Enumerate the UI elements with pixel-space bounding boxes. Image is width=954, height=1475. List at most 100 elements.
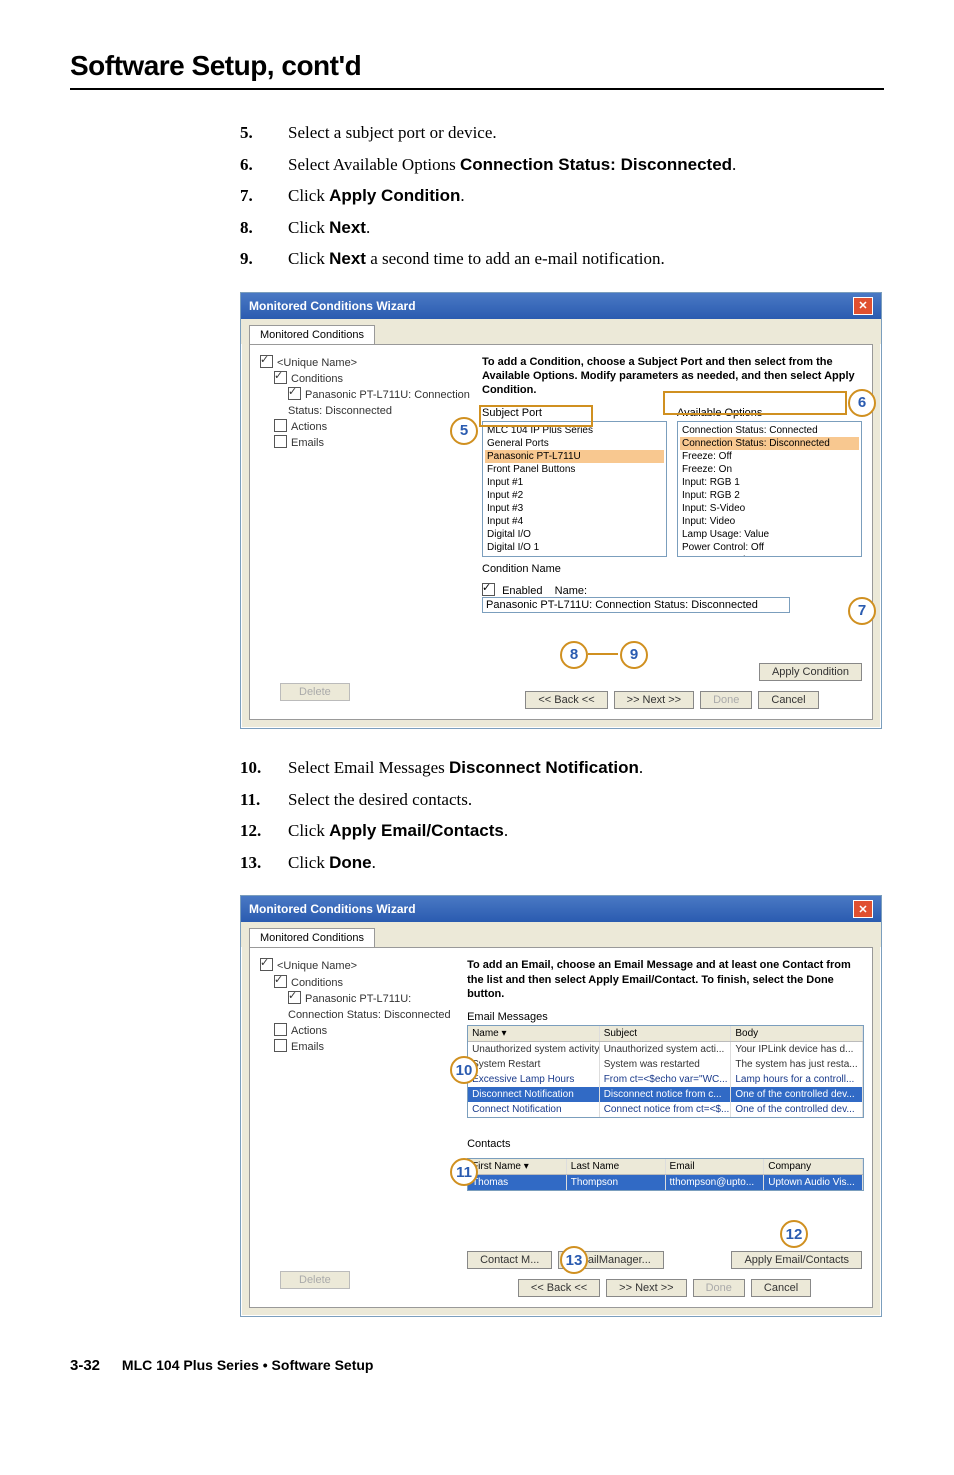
callout-6: 6 xyxy=(848,389,876,417)
step-6: 6.Select Available Options Connection St… xyxy=(240,152,884,178)
steps-list-b: 10.Select Email Messages Disconnect Noti… xyxy=(240,755,884,875)
available-options-list[interactable]: Connection Status: ConnectedConnection S… xyxy=(677,421,862,557)
list-item[interactable]: Input: RGB 1 xyxy=(680,476,859,489)
contact-manager-button[interactable]: Contact M... xyxy=(467,1251,552,1269)
tree-conditions: Conditions xyxy=(291,977,343,989)
list-item[interactable]: General Ports xyxy=(485,437,664,450)
close-icon[interactable]: ✕ xyxy=(853,297,873,315)
contacts-table[interactable]: First Name ▾Last NameEmailCompanyThomasT… xyxy=(467,1158,864,1191)
step-text: Click Next. xyxy=(288,215,884,241)
delete-button[interactable]: Delete xyxy=(280,683,350,701)
list-item[interactable]: Input #3 xyxy=(485,502,664,515)
back-button[interactable]: << Back << xyxy=(518,1279,600,1297)
column-header[interactable]: Subject xyxy=(600,1026,732,1041)
email-messages-table[interactable]: Name ▾SubjectBodyUnauthorized system act… xyxy=(467,1025,864,1118)
list-item[interactable]: MLC 104 IP Plus Series xyxy=(485,424,664,437)
list-item[interactable]: Freeze: Off xyxy=(680,450,859,463)
list-item[interactable]: Power Control: Off xyxy=(680,541,859,554)
step-8: 8.Click Next. xyxy=(240,215,884,241)
step-text: Select Available Options Connection Stat… xyxy=(288,152,884,178)
screenshot-2: Monitored Conditions Wizard ✕ Monitored … xyxy=(240,895,882,1317)
step-text: Select Email Messages Disconnect Notific… xyxy=(288,755,884,781)
step-number: 10. xyxy=(240,755,288,781)
subject-port-list[interactable]: MLC 104 IP Plus SeriesGeneral PortsPanas… xyxy=(482,421,667,557)
table-row[interactable]: Unauthorized system activityUnauthorized… xyxy=(468,1042,863,1057)
list-item[interactable]: Input #2 xyxy=(485,489,664,502)
table-row[interactable]: ThomasThompsontthompson@upto...Uptown Au… xyxy=(468,1175,863,1190)
step-number: 8. xyxy=(240,215,288,241)
step-text: Select the desired contacts. xyxy=(288,787,884,813)
back-button[interactable]: << Back << xyxy=(525,691,607,709)
list-item[interactable]: Input: RGB 2 xyxy=(680,489,859,502)
cancel-button[interactable]: Cancel xyxy=(758,691,818,709)
tab-bar: Monitored Conditions xyxy=(241,922,881,947)
condition-tree[interactable]: <Unique Name> Conditions Panasonic PT-L7… xyxy=(260,355,470,710)
tree-emails: Emails xyxy=(291,1041,324,1053)
table-row[interactable]: System RestartSystem was restartedThe sy… xyxy=(468,1057,863,1072)
step-text: Select a subject port or device. xyxy=(288,120,884,146)
step-text: Click Next a second time to add an e-mai… xyxy=(288,246,884,272)
list-item[interactable]: Input: S-Video xyxy=(680,502,859,515)
step-number: 12. xyxy=(240,818,288,844)
step-7: 7.Click Apply Condition. xyxy=(240,183,884,209)
list-item[interactable]: Digital I/O 1 xyxy=(485,541,664,554)
step-12: 12.Click Apply Email/Contacts. xyxy=(240,818,884,844)
apply-email-contacts-button[interactable]: Apply Email/Contacts xyxy=(731,1251,862,1269)
column-header[interactable]: Body xyxy=(731,1026,863,1041)
list-item[interactable]: Digital I/O xyxy=(485,528,664,541)
step-13: 13.Click Done. xyxy=(240,850,884,876)
condition-name-label: Condition Name xyxy=(482,563,862,575)
step-number: 11. xyxy=(240,787,288,813)
step-9: 9.Click Next a second time to add an e-m… xyxy=(240,246,884,272)
wizard-instructions: To add an Email, choose an Email Message… xyxy=(467,958,862,1001)
step-number: 7. xyxy=(240,183,288,209)
tree-cond-item: Panasonic PT-L711U: Connection Status: D… xyxy=(288,993,451,1020)
cancel-button[interactable]: Cancel xyxy=(751,1279,811,1297)
callout-9: 9 xyxy=(620,641,648,669)
tab-monitored-conditions[interactable]: Monitored Conditions xyxy=(249,325,375,344)
condition-tree[interactable]: <Unique Name> Conditions Panasonic PT-L7… xyxy=(260,958,455,1297)
column-header[interactable]: Last Name xyxy=(567,1159,666,1174)
window-title: Monitored Conditions Wizard xyxy=(249,299,416,313)
next-button[interactable]: >> Next >> xyxy=(606,1279,686,1297)
list-item[interactable]: Freeze: On xyxy=(680,463,859,476)
subject-port-label: Subject Port xyxy=(482,407,667,419)
tab-bar: Monitored Conditions xyxy=(241,319,881,344)
list-item[interactable]: Input #1 xyxy=(485,476,664,489)
table-row[interactable]: Connect NotificationConnect notice from … xyxy=(468,1102,863,1117)
enabled-checkbox[interactable] xyxy=(482,583,495,596)
list-item[interactable]: Input: Video xyxy=(680,515,859,528)
next-button[interactable]: >> Next >> xyxy=(614,691,694,709)
done-button[interactable]: Done xyxy=(693,1279,745,1297)
table-row[interactable]: Excessive Lamp HoursFrom ct=<$echo var="… xyxy=(468,1072,863,1087)
list-item[interactable]: Panasonic PT-L711U xyxy=(485,450,664,463)
close-icon[interactable]: ✕ xyxy=(853,900,873,918)
contacts-label: Contacts xyxy=(467,1138,862,1150)
step-text: Click Apply Condition. xyxy=(288,183,884,209)
callout-7: 7 xyxy=(848,597,876,625)
condition-name-field[interactable] xyxy=(482,597,790,613)
list-item[interactable]: Front Panel Buttons xyxy=(485,463,664,476)
list-item[interactable]: Input #4 xyxy=(485,515,664,528)
apply-condition-button[interactable]: Apply Condition xyxy=(759,663,862,681)
column-header[interactable]: First Name ▾ xyxy=(468,1159,567,1174)
page-footer: 3-32 MLC 104 Plus Series • Software Setu… xyxy=(70,1357,884,1374)
column-header[interactable]: Name ▾ xyxy=(468,1026,600,1041)
list-item[interactable]: Power Control: On xyxy=(680,554,859,557)
column-header[interactable]: Company xyxy=(764,1159,863,1174)
enabled-label: Enabled xyxy=(502,585,542,597)
done-button[interactable]: Done xyxy=(700,691,752,709)
tab-monitored-conditions[interactable]: Monitored Conditions xyxy=(249,928,375,947)
list-item[interactable]: Lamp Usage: Value xyxy=(680,528,859,541)
step-5: 5.Select a subject port or device. xyxy=(240,120,884,146)
screenshot-1: Monitored Conditions Wizard ✕ Monitored … xyxy=(240,292,882,730)
window-title: Monitored Conditions Wizard xyxy=(249,902,416,916)
step-text: Click Apply Email/Contacts. xyxy=(288,818,884,844)
column-header[interactable]: Email xyxy=(666,1159,765,1174)
tree-conditions: Conditions xyxy=(291,373,343,385)
list-item[interactable]: Connection Status: Connected xyxy=(680,424,859,437)
table-row[interactable]: Disconnect NotificationDisconnect notice… xyxy=(468,1087,863,1102)
delete-button[interactable]: Delete xyxy=(280,1271,350,1289)
list-item[interactable]: Connection Status: Disconnected xyxy=(680,437,859,450)
callout-connector xyxy=(588,653,618,655)
